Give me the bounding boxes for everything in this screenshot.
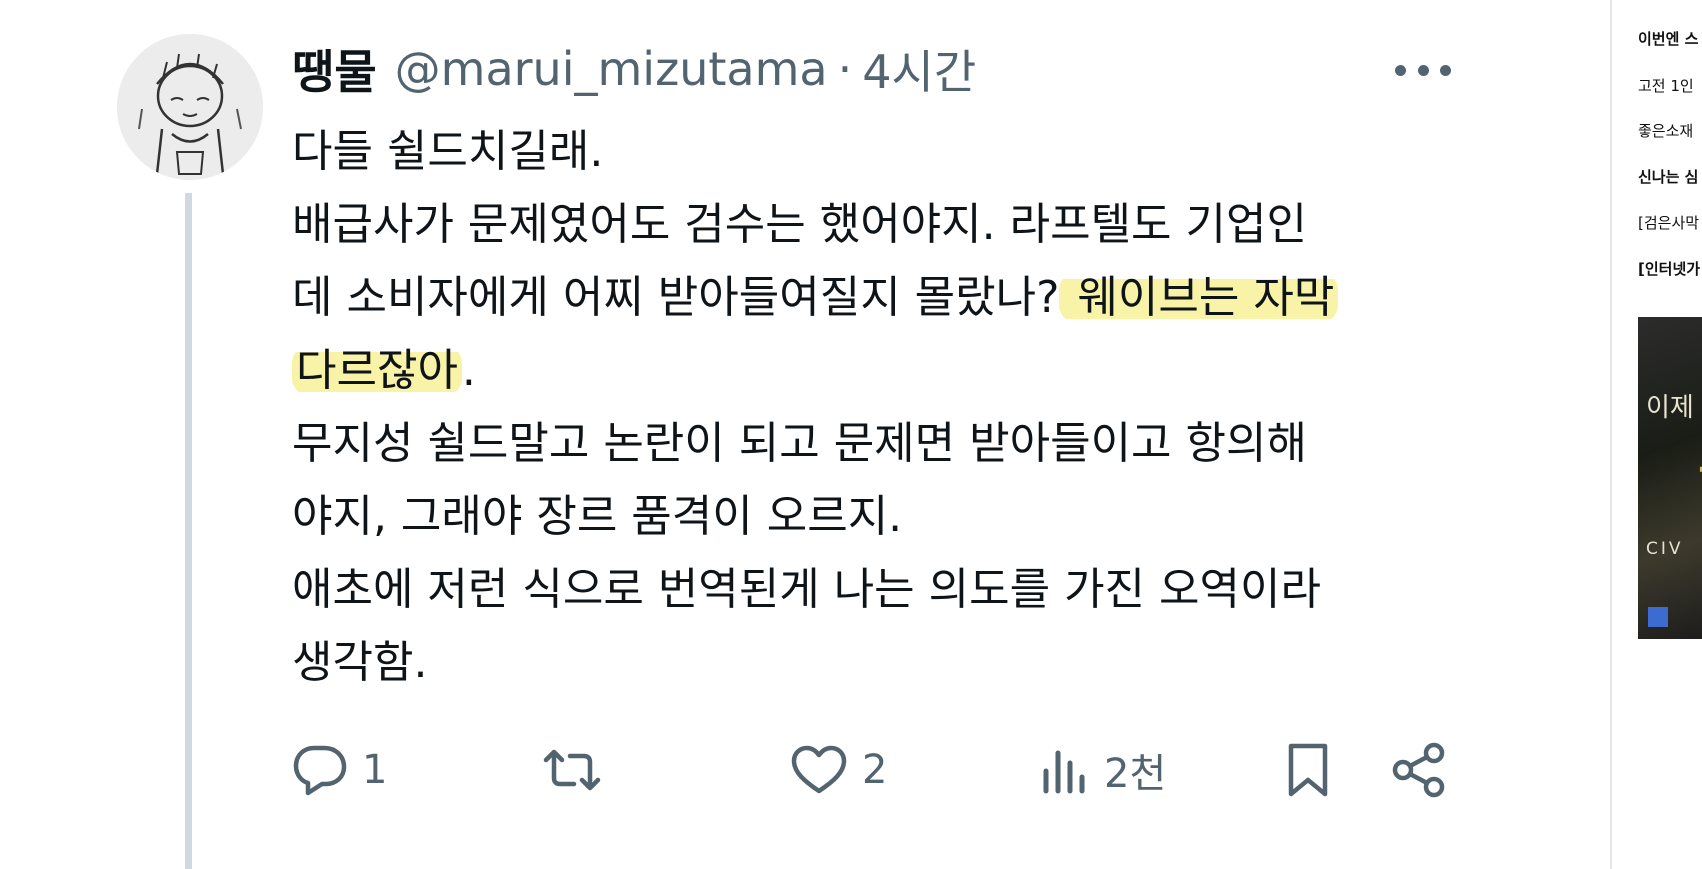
- retweet-icon: [543, 749, 601, 791]
- share-button[interactable]: [1392, 735, 1446, 805]
- tweet-line-text: 다들 쉴드치길래.: [292, 126, 604, 177]
- tweet-text: 다들 쉴드치길래. 배급사가 문제였어도 검수는 했어야지. 라프텔도 기업인 …: [292, 115, 1522, 699]
- ad-thumbnail[interactable]: 이제 한 CIV: [1638, 317, 1702, 639]
- more-icon[interactable]: [1395, 58, 1451, 82]
- like-icon: [791, 745, 847, 794]
- tweet-header: 땡물 @marui_mizutama · 4시간: [292, 38, 976, 100]
- tweet-line-text: 야지, 그래야 장르 품격이 오르지.: [292, 491, 903, 542]
- action-bar: 1 2 2천: [292, 735, 1452, 805]
- side-link[interactable]: 신나는 심: [1638, 166, 1698, 187]
- timestamp[interactable]: 4시간: [862, 36, 976, 102]
- side-link[interactable]: [인터넷가: [1638, 258, 1700, 279]
- separator: ·: [837, 42, 853, 96]
- tweet-line-text: 배급사가 문제였어도 검수는 했어야지. 라프텔도 기업인: [292, 199, 1307, 250]
- tweet-line: 애초에 저런 식으로 번역된게 나는 의도를 가진 오역이라: [292, 553, 1522, 626]
- tweet-line: 다들 쉴드치길래.: [292, 115, 1522, 188]
- tweet-line-text: 무지성 쉴드말고 논란이 되고 문제면 받아들이고 항의해: [292, 418, 1307, 469]
- reply-icon: [293, 745, 347, 796]
- like-count: 2: [862, 747, 888, 793]
- tweet-line-text: 생각함.: [292, 637, 428, 688]
- tweet-line-text: .: [461, 345, 476, 396]
- tweet-line: 다르잖아.: [292, 334, 1522, 407]
- side-link[interactable]: 이번엔 스: [1638, 28, 1698, 49]
- tweet-card: 땡물 @marui_mizutama · 4시간 다들 쉴드치길래. 배급사가 …: [0, 0, 1610, 869]
- tweet-line: 야지, 그래야 장르 품격이 오르지.: [292, 480, 1522, 553]
- more-dot: [1395, 64, 1406, 76]
- thread-line: [185, 193, 192, 869]
- highlighted-text: 다르잖아: [292, 345, 462, 396]
- bookmark-icon: [1288, 743, 1328, 797]
- display-name[interactable]: 땡물: [292, 36, 377, 102]
- side-link[interactable]: 고전 1인: [1638, 75, 1694, 96]
- ad-logo-icon: [1648, 607, 1668, 627]
- avatar-drawing: [117, 34, 263, 180]
- like-button[interactable]: 2: [790, 735, 887, 805]
- share-icon: [1392, 742, 1445, 798]
- ad-text: CIV: [1646, 539, 1684, 559]
- highlighted-text: 웨이브는 자막: [1059, 272, 1339, 323]
- reply-count: 1: [362, 747, 388, 793]
- retweet-button[interactable]: [540, 735, 618, 805]
- tweet-line: 배급사가 문제였어도 검수는 했어야지. 라프텔도 기업인: [292, 188, 1522, 261]
- ad-text: 이제: [1646, 393, 1694, 423]
- avatar[interactable]: [117, 34, 263, 180]
- tweet-line: 데 소비자에게 어찌 받아들여질지 몰랐나? 웨이브는 자막: [292, 261, 1522, 334]
- tweet-line-text: 애초에 저런 식으로 번역된게 나는 의도를 가진 오역이라: [292, 564, 1321, 615]
- views-button[interactable]: 2천: [1040, 735, 1166, 805]
- tweet-line: 생각함.: [292, 626, 1522, 699]
- reply-button[interactable]: 1: [292, 735, 387, 805]
- views-count: 2천: [1104, 751, 1167, 797]
- side-link[interactable]: [검은사막: [1638, 212, 1699, 233]
- bookmark-button[interactable]: [1286, 735, 1330, 805]
- more-dot: [1440, 64, 1451, 76]
- side-link[interactable]: 좋은소재: [1638, 120, 1693, 141]
- user-handle[interactable]: @marui_mizutama: [395, 42, 828, 96]
- more-dot: [1417, 64, 1429, 76]
- tweet-line-text: 데 소비자에게 어찌 받아들여질지 몰랐나?: [292, 272, 1060, 323]
- ad-text: 한: [1698, 445, 1702, 520]
- views-icon: [1043, 750, 1085, 794]
- tweet-line: 무지성 쉴드말고 논란이 되고 문제면 받아들이고 항의해: [292, 407, 1522, 480]
- side-panel: 이번엔 스 고전 1인 좋은소재 신나는 심 [검은사막 [인터넷가 이제 한 …: [1610, 0, 1702, 869]
